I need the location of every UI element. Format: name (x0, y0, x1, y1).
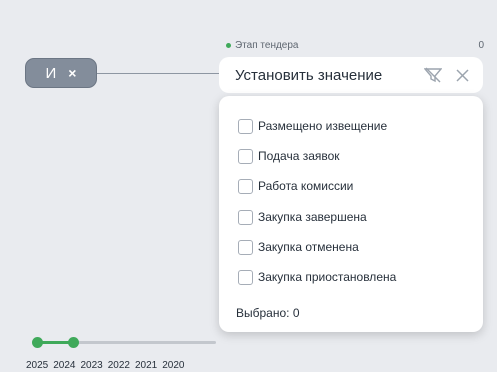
value-select-input[interactable]: Установить значение (219, 57, 483, 93)
option-checkbox[interactable] (238, 118, 253, 134)
status-dot-icon (226, 43, 231, 48)
stage-label: Этап тендера (226, 40, 298, 51)
year-label: 2025 (26, 360, 49, 371)
stage-count: 0 (478, 40, 484, 51)
year-labels: 2025 2024 2023 2022 2021 2020 (26, 360, 185, 371)
year-slider-start-handle[interactable] (32, 337, 43, 348)
option-checkbox[interactable] (238, 269, 253, 285)
logic-and-chip[interactable]: И × (25, 58, 97, 88)
option-label: Закупка завершена (258, 210, 367, 224)
option-label: Подача заявок (258, 149, 340, 163)
option-checkbox[interactable] (238, 209, 253, 225)
year-label: 2020 (162, 360, 185, 371)
option-item[interactable]: Размещено извещение (238, 116, 387, 136)
year-label: 2021 (135, 360, 158, 371)
stage-label-text: Этап тендера (235, 40, 299, 51)
options-dropdown: Размещено извещение Подача заявок Работа… (219, 96, 483, 332)
remove-icon[interactable]: × (68, 65, 76, 81)
option-item[interactable]: Подача заявок (238, 146, 340, 166)
year-slider-end-handle[interactable] (67, 337, 79, 348)
clear-filter-icon[interactable] (424, 67, 442, 83)
option-checkbox[interactable] (238, 178, 253, 194)
option-label: Размещено извещение (258, 119, 388, 133)
option-item[interactable]: Закупка отменена (238, 237, 359, 257)
logic-and-label: И (45, 64, 57, 82)
selected-count: Выбрано: 0 (236, 306, 300, 320)
option-checkbox[interactable] (238, 239, 253, 255)
year-label: 2024 (53, 360, 76, 371)
option-checkbox[interactable] (238, 148, 253, 164)
option-label: Работа комиссии (258, 179, 354, 193)
option-item[interactable]: Закупка приостановлена (238, 267, 396, 287)
option-label: Закупка отменена (258, 240, 359, 254)
option-item[interactable]: Работа комиссии (238, 176, 353, 196)
close-icon[interactable] (456, 68, 469, 82)
value-select-text: Установить значение (235, 66, 383, 84)
year-label: 2023 (80, 360, 103, 371)
option-label: Закупка приостановлена (258, 270, 397, 284)
option-item[interactable]: Закупка завершена (238, 207, 367, 227)
year-label: 2022 (107, 360, 130, 371)
connector-line (97, 73, 219, 74)
